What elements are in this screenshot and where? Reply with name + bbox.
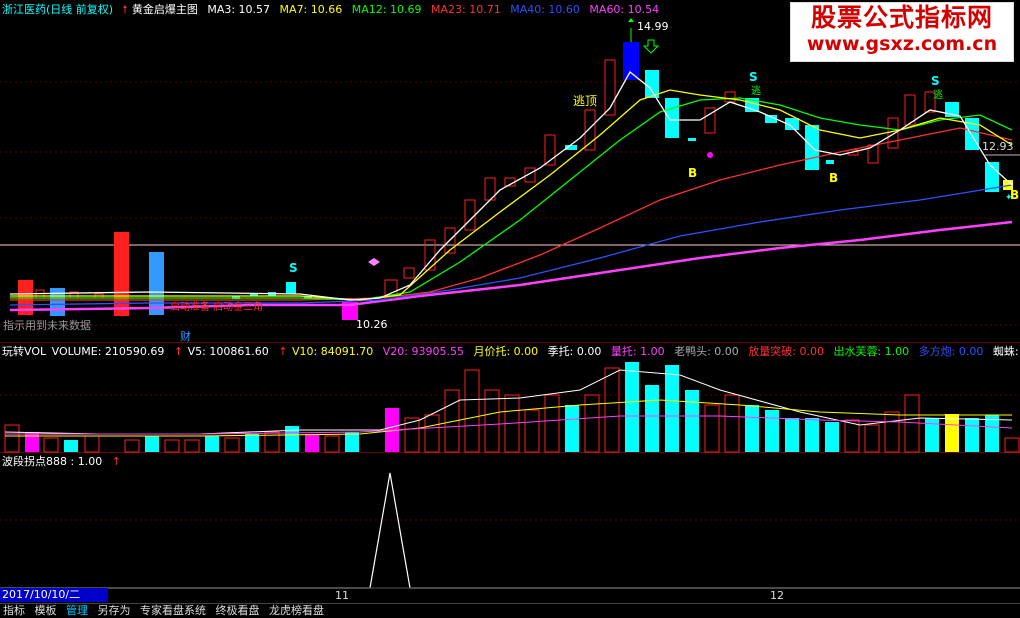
volume-formula-name[interactable]: 玩转VOL — [2, 345, 46, 358]
jishou-value: 季托: 0.00 — [547, 345, 602, 358]
buy-signal-1: B — [688, 166, 698, 180]
month-12-label: 12 — [770, 589, 784, 602]
tab-expert-system[interactable]: 专家看盘系统 — [137, 604, 209, 618]
volume-ma5-line — [4, 369, 1013, 435]
month-11-label: 11 — [335, 589, 349, 602]
candlesticks — [18, 28, 1013, 320]
wave-header: 波段拐点888 : 1.00 ↑ — [2, 454, 127, 470]
v20-value: V20: 93905.55 — [382, 345, 464, 358]
startup-hint: 启动准备 启动金三角 — [170, 302, 264, 313]
up-arrow-icon: ↑ — [173, 345, 184, 358]
fangliang-value: 放量突破: 0.00 — [748, 345, 824, 358]
duofang-value: 多方炮: 0.00 — [918, 345, 984, 358]
buy-signal-3: B — [1010, 188, 1020, 202]
wave-formula-name[interactable]: 波段拐点888 — [2, 455, 67, 468]
volume-bars — [4, 362, 1020, 453]
chushui-value: 出水芙蓉: 1.00 — [833, 345, 910, 358]
liangtuo-value: 量托: 1.00 — [610, 345, 665, 358]
low-price-label: 10.26 — [356, 318, 388, 331]
yuejia-value: 月价托: 0.00 — [473, 345, 539, 358]
peak-marker-icon — [628, 18, 634, 22]
wave-value: : 1.00 — [70, 455, 103, 468]
volume-ma10-line — [5, 399, 1012, 437]
tab-template[interactable]: 模板 — [32, 604, 60, 618]
up-arrow-icon: ↑ — [278, 345, 288, 358]
tab-indicator[interactable]: 指标 — [0, 604, 28, 618]
buy-signal-2: B — [829, 171, 839, 185]
tab-dragon-tiger[interactable]: 龙虎榜看盘 — [266, 604, 327, 618]
cai-label: 财 — [180, 330, 191, 343]
up-arrow-icon: ↑ — [111, 455, 121, 468]
tab-ultimate[interactable]: 终极看盘 — [213, 604, 263, 618]
down-arrow-icon — [642, 39, 660, 54]
volume-value: VOLUME: 210590.69 — [51, 345, 165, 358]
wave-indicator-line — [0, 472, 1020, 589]
laoyatou-value: 老鸭头: 0.00 — [674, 345, 739, 358]
volume-header: 玩转VOL VOLUME: 210590.69 ↑ V5: 100861.60 … — [2, 344, 1020, 360]
bottom-toolbar: 指标 模板 管理 另存为 专家看盘系统 终极看盘 龙虎榜看盘 — [0, 603, 1020, 618]
date-label: 2017/10/10/二 — [0, 588, 108, 602]
high-price-label: 14.99 — [637, 20, 669, 33]
current-price-label: 12.93 — [982, 140, 1014, 153]
tab-save-as[interactable]: 另存为 — [95, 604, 134, 618]
escape-signal-1: 逃 — [751, 86, 761, 97]
v5-value: V5: 100861.60 — [187, 345, 269, 358]
zhizhu-value: 蜘蛛: — [992, 345, 1019, 358]
price-chart-canvas[interactable]: ✦ — [0, 0, 1020, 618]
escape-top-label: 逃顶 — [573, 94, 598, 108]
escape-signal-2: 逃 — [933, 90, 943, 101]
v10-value: V10: 84091.70 — [292, 345, 374, 358]
tab-manage[interactable]: 管理 — [63, 604, 91, 618]
diamond-icon — [368, 258, 380, 266]
sell-signal-1: S — [289, 261, 298, 275]
peak-candle — [623, 42, 639, 80]
future-data-hint: 指示用到未来数据 — [3, 319, 91, 332]
stock-chart-window: { "main_header": { "stock": "浙江医药(日线 前复权… — [0, 0, 1020, 618]
